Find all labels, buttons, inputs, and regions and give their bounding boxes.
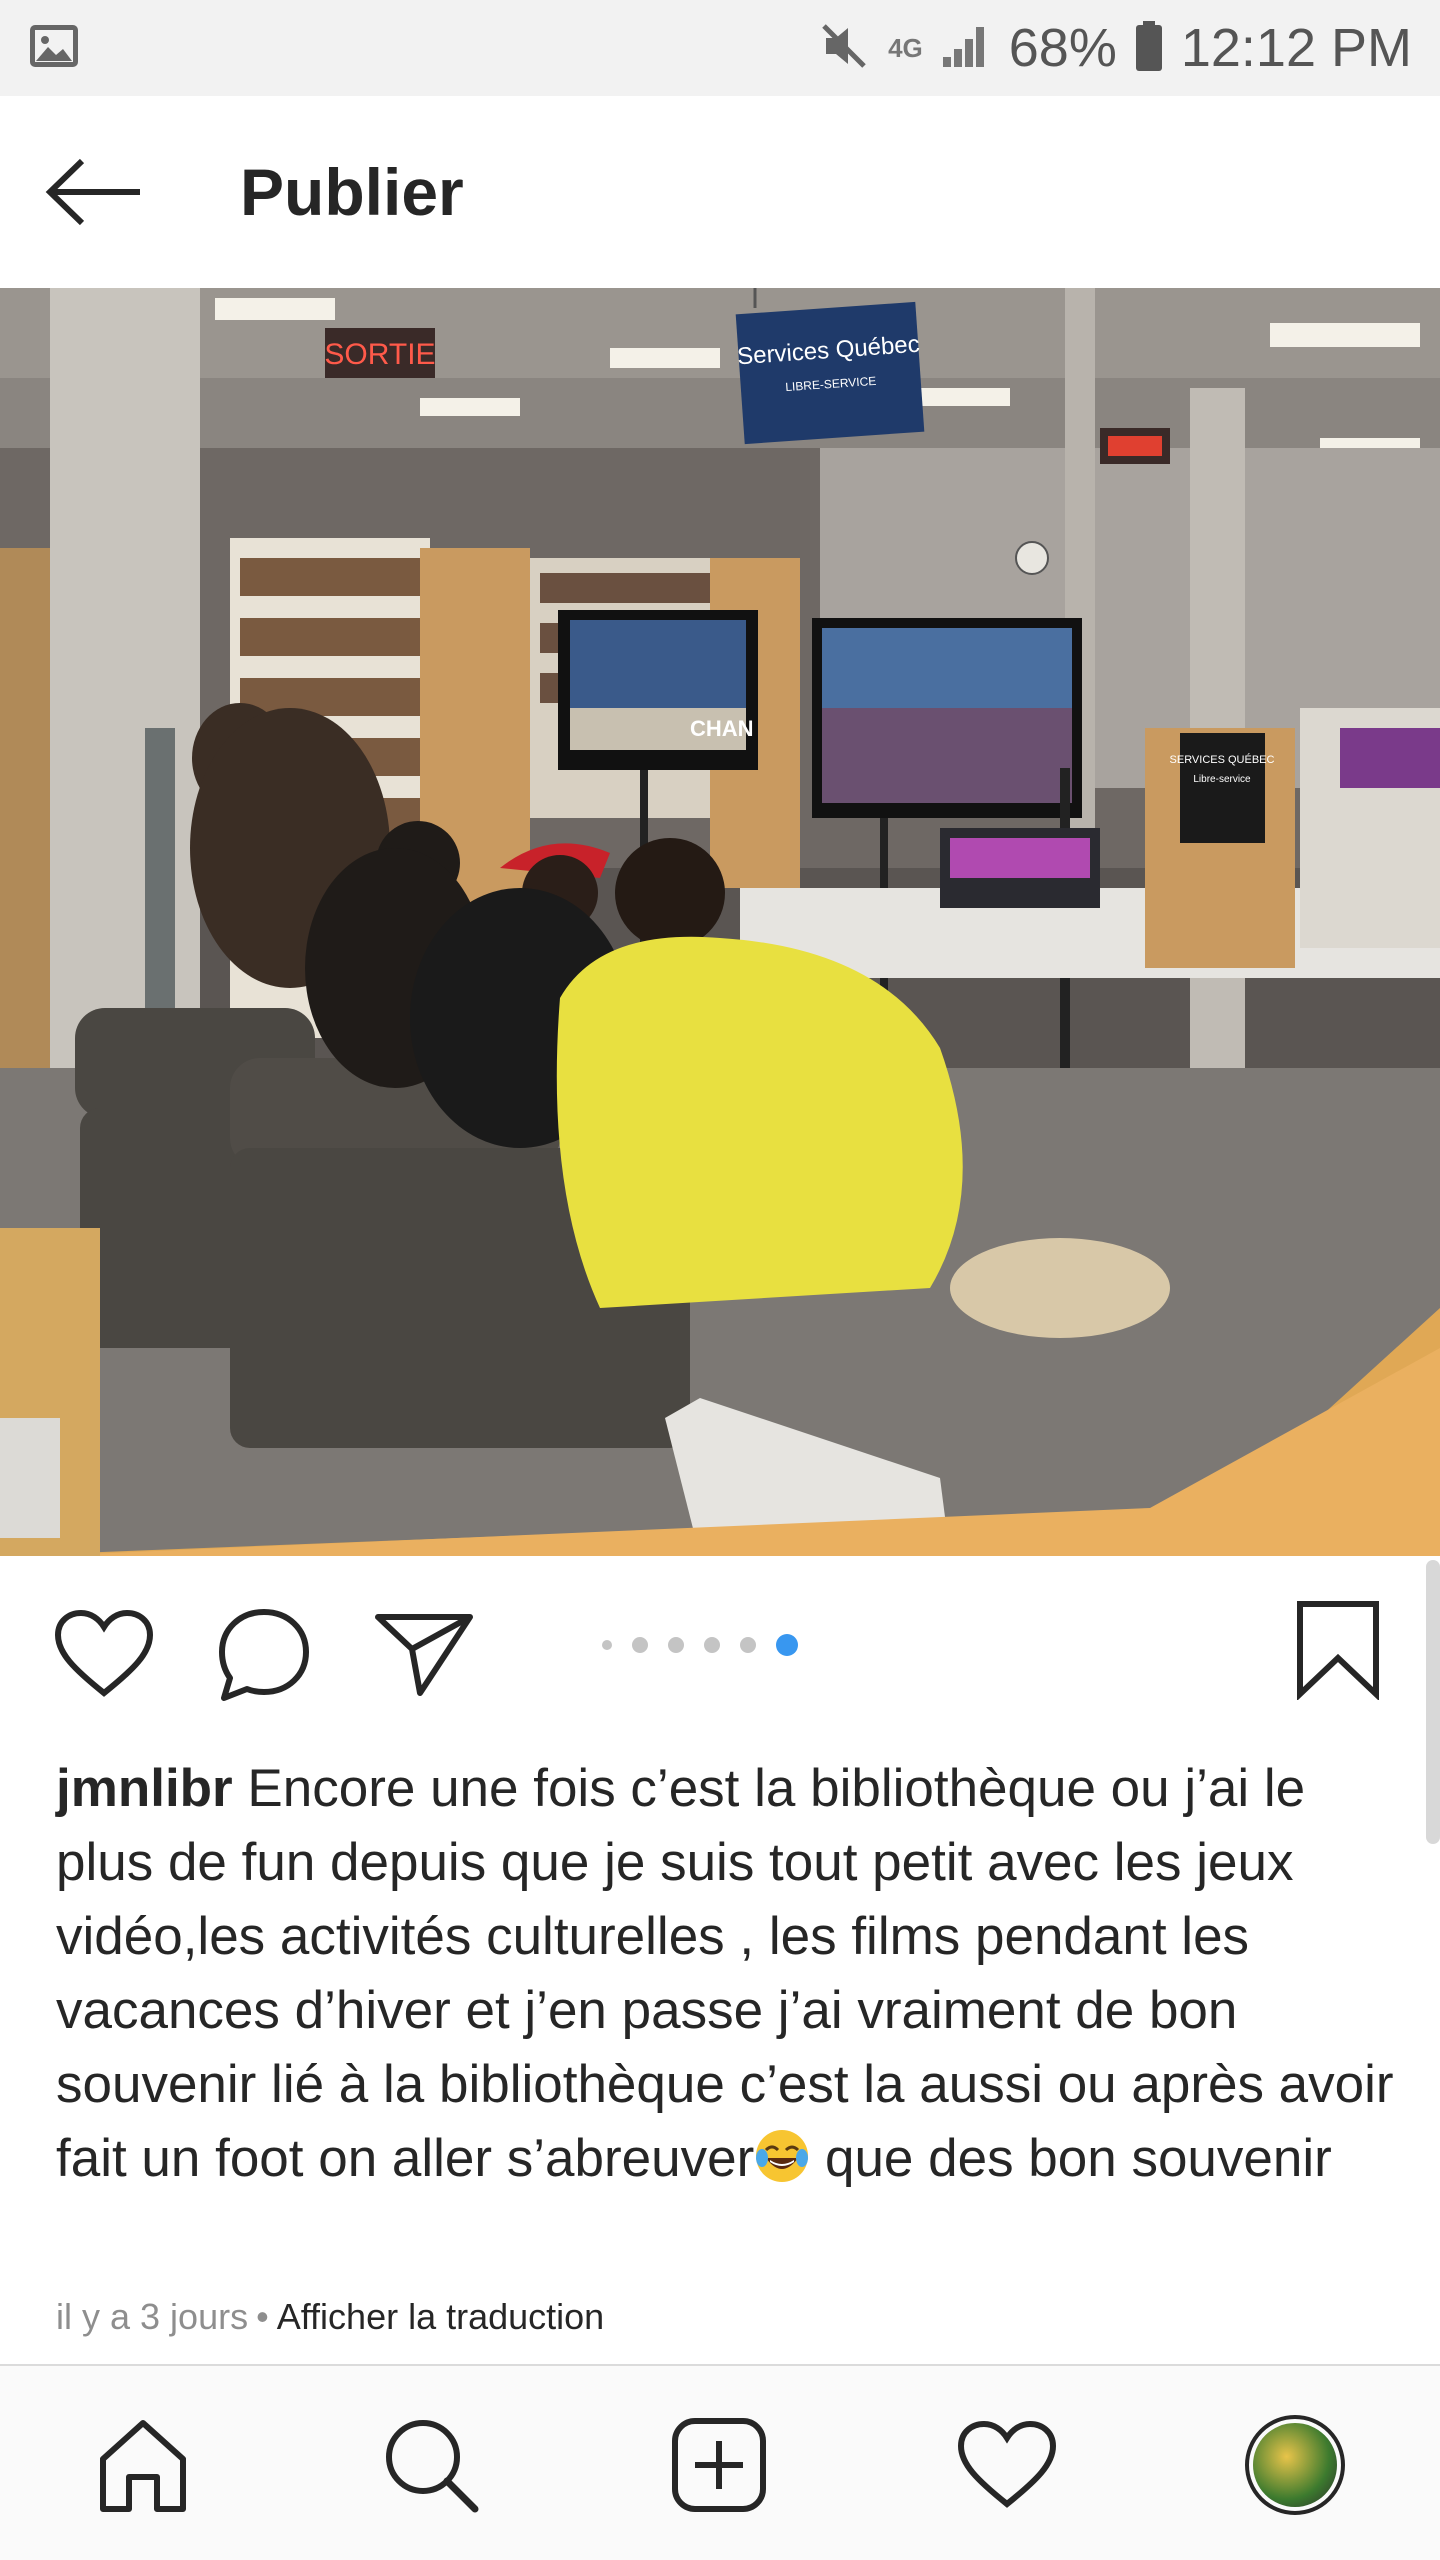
battery-percent: 68%: [1008, 18, 1117, 78]
avatar-image: [1253, 2423, 1337, 2507]
booth-sign-subtext: Libre-service: [1193, 774, 1251, 785]
heart-icon: [957, 2420, 1057, 2508]
tears-of-joy-emoji-icon: [754, 2128, 810, 2184]
home-icon: [100, 2420, 186, 2512]
post-timestamp: il y a 3 jours: [56, 2296, 249, 2337]
caption-text: Encore une fois c’est la bibliothèque ou…: [56, 1759, 1394, 2188]
username-link[interactable]: jmnlibr: [56, 1759, 233, 1818]
carousel-dot: [668, 1637, 684, 1653]
header: Publier: [0, 96, 1440, 288]
gallery-notification-icon: [28, 23, 80, 74]
tv-overlay-text: CHAN: [690, 716, 754, 741]
booth-sign-text: SERVICES QUÉBEC: [1170, 753, 1275, 766]
carousel-dot-active: [776, 1634, 798, 1656]
profile-avatar: [1245, 2415, 1345, 2515]
comment-button[interactable]: [212, 1602, 316, 1706]
carousel-dot: [602, 1640, 612, 1650]
carousel-dot: [740, 1637, 756, 1653]
meta-separator: •: [256, 2296, 269, 2337]
clock: 12:12 PM: [1180, 18, 1412, 78]
post-caption: jmnlibr Encore une fois c’est la bibliot…: [56, 1752, 1396, 2196]
add-post-icon: [672, 2418, 766, 2512]
status-left: [28, 23, 80, 74]
nav-activity[interactable]: [952, 2410, 1062, 2520]
caption-text-end: que des bon souvenir: [810, 2129, 1332, 2188]
bookmark-icon: [1297, 1601, 1379, 1700]
signal-icon: [941, 23, 991, 74]
library-scene-image: SORTIE Services Québec LIBRE-SERVICE CHA…: [0, 288, 1440, 1556]
network-type: 4G: [888, 33, 923, 63]
mute-icon: [818, 20, 870, 77]
like-button[interactable]: [52, 1602, 156, 1706]
nav-new-post[interactable]: [664, 2410, 774, 2520]
carousel-indicator: [602, 1634, 798, 1656]
scrollbar[interactable]: [1426, 1560, 1440, 1844]
share-button[interactable]: [372, 1602, 476, 1706]
nav-home[interactable]: [88, 2410, 198, 2520]
nav-search[interactable]: [376, 2410, 486, 2520]
heart-icon: [54, 1609, 154, 1697]
carousel-dot: [704, 1637, 720, 1653]
exit-sign-text: SORTIE: [324, 338, 435, 371]
post-meta: il y a 3 jours • Afficher la traduction: [56, 2296, 604, 2338]
back-arrow-icon: [45, 158, 140, 226]
status-right: 4G 68% 12:12 PM: [818, 17, 1412, 79]
save-button[interactable]: [1286, 1598, 1390, 1702]
search-icon: [386, 2420, 479, 2513]
translate-link[interactable]: Afficher la traduction: [277, 2296, 605, 2338]
back-button[interactable]: [24, 96, 164, 288]
page-title: Publier: [240, 155, 464, 229]
carousel-dot: [632, 1637, 648, 1653]
post-photo[interactable]: SORTIE Services Québec LIBRE-SERVICE CHA…: [0, 288, 1440, 1556]
paper-plane-icon: [375, 1614, 473, 1696]
status-bar: 4G 68% 12:12 PM: [0, 0, 1440, 96]
battery-icon: [1135, 20, 1163, 77]
nav-profile[interactable]: [1240, 2410, 1350, 2520]
comment-icon: [219, 1609, 309, 1701]
bottom-navigation: [0, 2364, 1440, 2560]
